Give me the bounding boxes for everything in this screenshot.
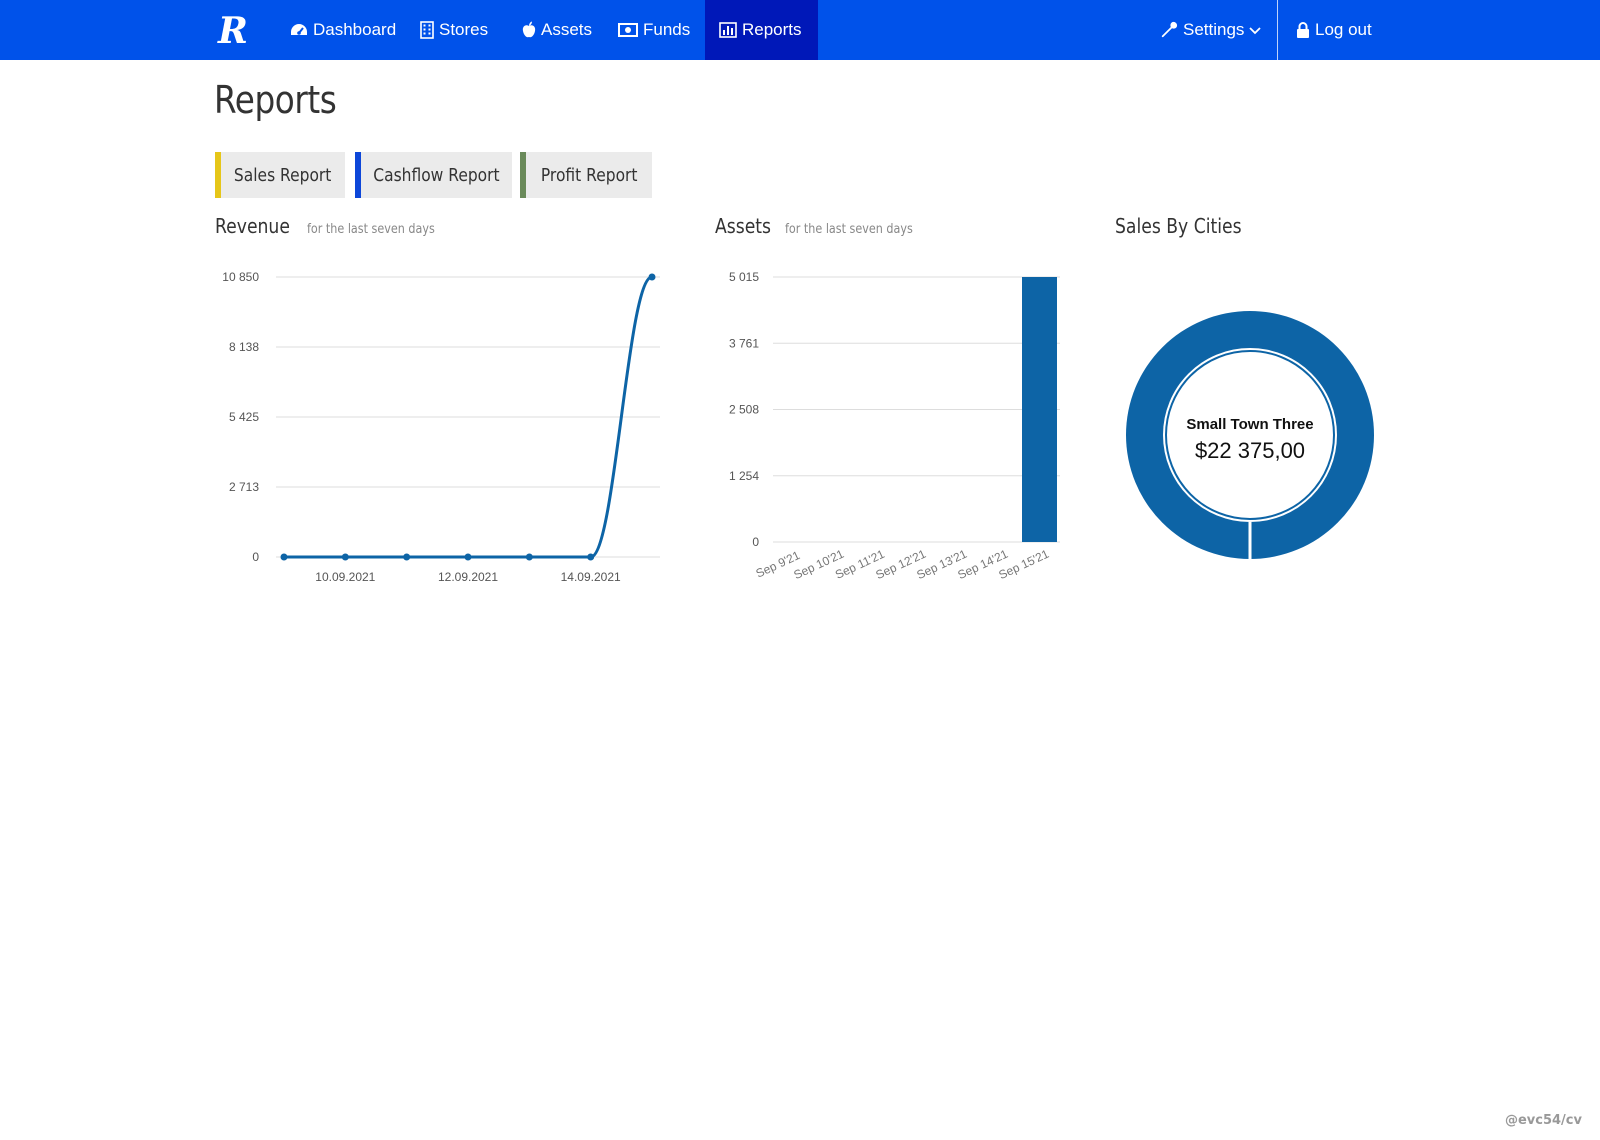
bar: [1022, 277, 1057, 542]
nav-label-funds: Funds: [643, 20, 691, 39]
settings-label: Settings: [1183, 20, 1245, 39]
tachometer-icon: [291, 24, 307, 35]
nav-item-reports[interactable]: Reports: [705, 0, 818, 60]
y-tick-label: 0: [752, 535, 759, 549]
settings-dropdown[interactable]: Settings: [1146, 0, 1280, 60]
wrench-icon: [1161, 21, 1178, 38]
cities-heading: Sales By Cities: [1115, 214, 1262, 238]
money-icon: [618, 23, 638, 37]
y-tick-label: 5 015: [729, 270, 759, 284]
data-point: [341, 553, 349, 561]
y-tick-label: 2 713: [229, 480, 259, 494]
nav-item-assets[interactable]: Assets: [508, 0, 606, 60]
data-point: [587, 553, 595, 561]
y-tick-label: 5 425: [229, 410, 259, 424]
x-tick-label: 10.09.2021: [315, 570, 375, 584]
assets-bar-chart: 01 2542 5083 7615 015Sep 9'21Sep 10'21Se…: [729, 270, 1060, 582]
assets-subtitle: for the last seven days: [785, 222, 913, 237]
chevron-down-icon: [1249, 27, 1262, 35]
assets-title: Assets: [715, 214, 771, 238]
tab-accent-bar: [355, 152, 361, 198]
y-tick-label: 1 254: [729, 469, 759, 483]
cities-title: Sales By Cities: [1115, 214, 1242, 238]
logout-label: Log out: [1315, 20, 1372, 39]
revenue-subtitle: for the last seven days: [307, 222, 435, 237]
data-point: [648, 273, 656, 281]
nav-item-funds[interactable]: Funds: [604, 0, 704, 60]
y-tick-label: 0: [252, 550, 259, 564]
logo-letter: R: [217, 10, 248, 50]
tab-accent-bar: [520, 152, 526, 198]
apple-icon: [522, 21, 536, 38]
building-icon: [420, 21, 434, 39]
revenue-line-chart: 0 2 713 5 425 8 138 10 850 10.09.2021 12.09.20…: [222, 270, 660, 584]
sales-by-cities-donut: Small Town Three $22 375,00: [1126, 311, 1374, 561]
top-navbar: R Dashboard Stores Assets Funds Reports …: [0, 0, 1600, 60]
y-tick-label: 10 850: [222, 270, 259, 284]
tab-label: Cashflow Report: [373, 164, 500, 186]
lock-icon: [1297, 21, 1309, 38]
donut-center-label: Small Town Three: [1186, 416, 1313, 433]
x-tick-label: 12.09.2021: [438, 570, 498, 584]
watermark: @evc54/cv: [1504, 1113, 1582, 1128]
tab-label: Sales Report: [234, 164, 332, 186]
data-point: [403, 553, 411, 561]
tab-accent-bar: [215, 152, 221, 198]
data-point: [280, 553, 288, 561]
tab-profit-report[interactable]: Profit Report: [520, 152, 652, 198]
tab-sales-report[interactable]: Sales Report: [215, 152, 345, 198]
nav-item-stores[interactable]: Stores: [406, 0, 502, 60]
app-logo[interactable]: R: [216, 10, 252, 50]
nav-label-assets: Assets: [541, 20, 593, 39]
assets-heading: Assets for the last seven days: [715, 214, 934, 238]
donut-center-value: $22 375,00: [1195, 438, 1305, 463]
donut-hole-ring: [1163, 348, 1337, 522]
y-tick-label: 8 138: [229, 340, 259, 354]
page-title: Reports: [214, 78, 337, 122]
nav-label-dashboard: Dashboard: [313, 20, 397, 39]
logout-button[interactable]: Log out: [1282, 0, 1386, 60]
nav-label-stores: Stores: [439, 20, 489, 39]
y-tick-label: 2 508: [729, 403, 759, 417]
tab-label: Profit Report: [540, 164, 638, 186]
nav-item-dashboard[interactable]: Dashboard: [276, 0, 410, 60]
y-tick-label: 3 761: [729, 336, 759, 350]
x-tick-label: 14.09.2021: [561, 570, 621, 584]
nav-label-reports: Reports: [742, 20, 802, 39]
navbar-divider: [1277, 0, 1278, 60]
data-point: [525, 553, 533, 561]
revenue-title: Revenue: [215, 214, 290, 238]
tab-cashflow-report[interactable]: Cashflow Report: [355, 152, 512, 198]
revenue-heading: Revenue for the last seven days: [215, 214, 456, 238]
data-point: [464, 553, 472, 561]
bar-chart-icon: [719, 22, 737, 38]
